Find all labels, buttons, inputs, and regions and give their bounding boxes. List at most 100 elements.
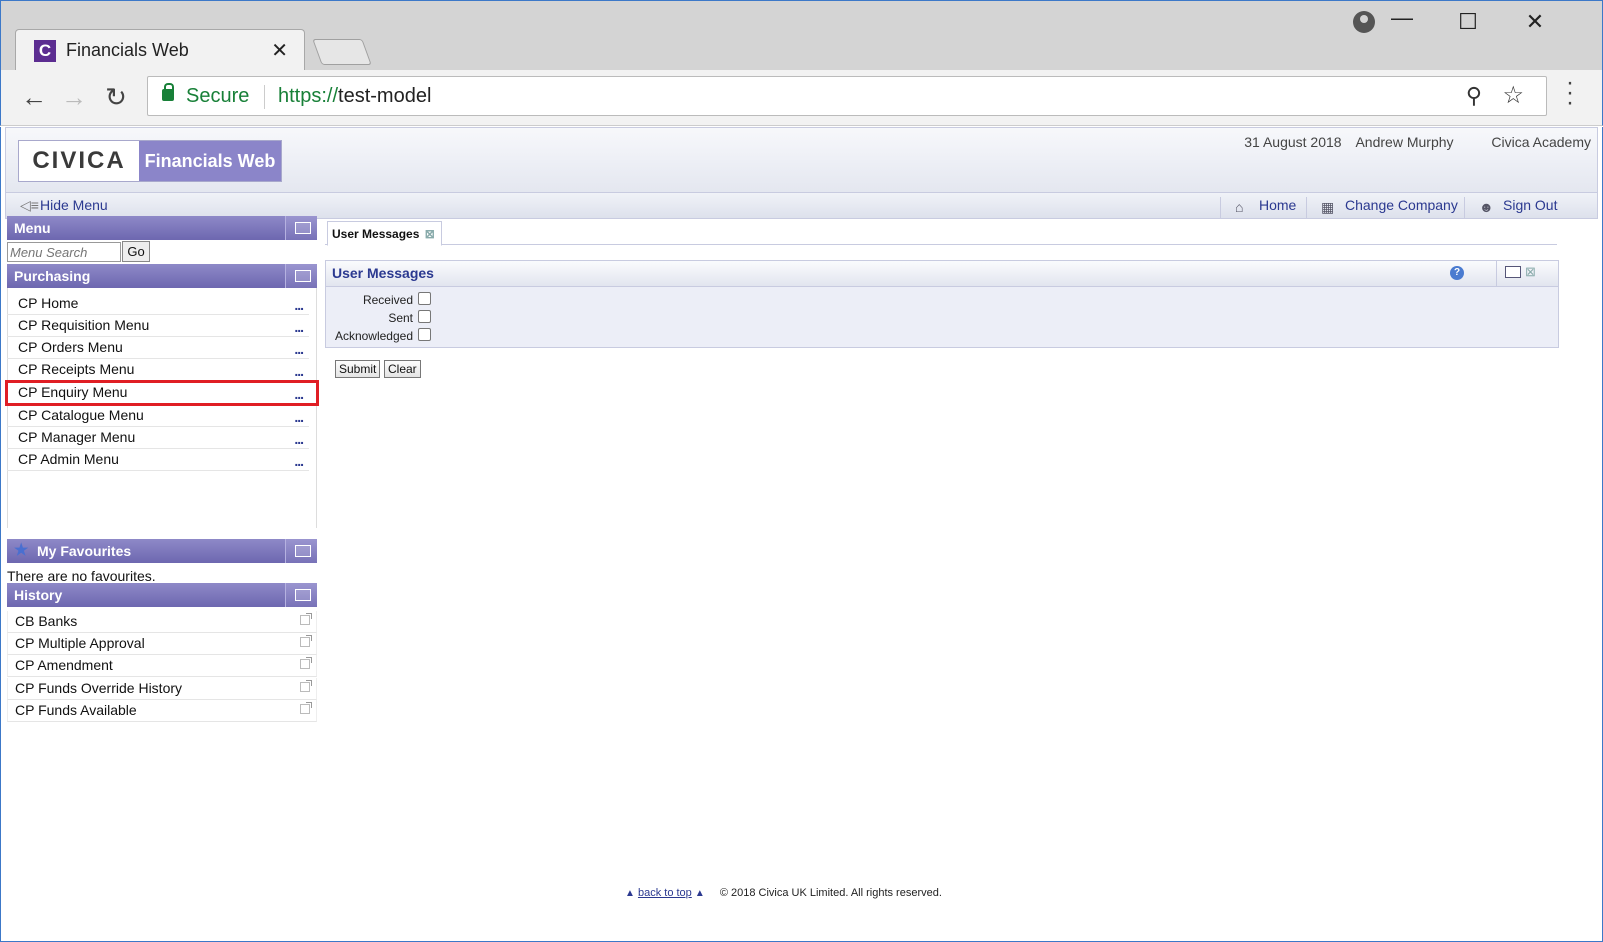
header-info: 31 August 2018 Andrew Murphy Civica Acad… [1234, 134, 1591, 150]
history-item-label: CB Banks [15, 613, 78, 629]
footer: ▲ back to top ▲ © 2018 Civica UK Limited… [625, 887, 942, 899]
home-label: Home [1259, 197, 1297, 213]
forward-icon[interactable]: → [59, 82, 89, 112]
sign-out-link[interactable]: ☻ Sign Out [1464, 197, 1557, 219]
filter-acknowledged-row: Acknowledged [326, 327, 446, 345]
menu-item-cp-receipts[interactable]: CP Receipts Menu ... [7, 359, 309, 381]
logo-brand: CIVICA [32, 147, 126, 174]
more-options-icon[interactable]: ... [294, 317, 304, 337]
open-window-icon[interactable] [300, 613, 312, 625]
acknowledged-checkbox[interactable] [418, 328, 431, 341]
close-window-icon[interactable]: ✕ [1515, 9, 1555, 35]
content-tab-strip: User Messages ⊠ [325, 221, 1557, 246]
more-options-icon[interactable]: ... [294, 451, 304, 471]
submit-button[interactable]: Submit [335, 360, 381, 378]
star-favourite-icon: ★ [14, 542, 29, 559]
history-item[interactable]: CP Amendment [7, 655, 317, 677]
tab-user-messages[interactable]: User Messages ⊠ [327, 221, 442, 246]
change-company-link[interactable]: ▦ Change Company [1306, 197, 1458, 219]
sign-out-icon: ☻ [1479, 199, 1494, 215]
open-window-icon[interactable] [300, 680, 312, 692]
change-company-label: Change Company [1345, 197, 1458, 213]
url-host: test-model [338, 85, 432, 107]
url-divider [264, 85, 265, 109]
sent-checkbox[interactable] [418, 310, 431, 323]
reload-icon[interactable]: ↻ [101, 82, 131, 112]
maximize-icon[interactable]: ☐ [1448, 9, 1488, 35]
open-window-icon[interactable] [300, 657, 312, 669]
menu-search-input[interactable] [7, 242, 121, 262]
logo-product: Financials Web [139, 141, 281, 181]
secure-label: Secure [186, 85, 250, 107]
filter-label: Received [362, 293, 413, 307]
help-icon[interactable]: ? [1450, 266, 1464, 280]
up-arrow-icon: ▲ [625, 888, 635, 899]
menu-item-label: CP Orders Menu [18, 339, 123, 355]
menu-item-label: CP Manager Menu [18, 429, 136, 445]
hide-menu-button[interactable]: ◁≡Hide Menu [20, 197, 108, 214]
maximize-panel-icon[interactable] [1505, 266, 1521, 278]
history-item-label: CP Funds Override History [15, 680, 183, 696]
close-panel-icon[interactable]: ⊠ [1525, 264, 1536, 280]
logo: CIVICA Financials Web [18, 140, 282, 182]
menu-panel-toggle-icon[interactable] [285, 216, 317, 240]
menu-item-cp-orders[interactable]: CP Orders Menu ... [7, 337, 309, 359]
header-user: Andrew Murphy [1355, 134, 1454, 150]
header-date: 31 August 2018 [1244, 134, 1342, 150]
tab-close-icon[interactable]: ✕ [271, 38, 288, 63]
menu-item-label: CP Requisition Menu [18, 317, 150, 333]
new-tab-button[interactable] [312, 39, 372, 65]
menu-item-label: CP Catalogue Menu [18, 407, 144, 423]
tab-label: User Messages [332, 227, 420, 241]
menu-item-cp-home[interactable]: CP Home ... [7, 293, 309, 315]
menu-item-cp-requisition[interactable]: CP Requisition Menu ... [7, 315, 309, 337]
back-to-top-link[interactable]: back to top [638, 887, 692, 899]
favicon-icon: C [34, 40, 56, 62]
browser-tab[interactable]: C Financials Web ✕ [15, 29, 305, 71]
company-icon: ▦ [1321, 199, 1335, 215]
more-options-icon[interactable]: ... [294, 407, 304, 427]
history-item[interactable]: CB Banks [7, 611, 317, 633]
history-panel-header: History [7, 583, 317, 607]
more-options-icon[interactable]: ... [294, 429, 304, 449]
more-options-icon[interactable]: ... [294, 339, 304, 359]
minimize-icon[interactable]: — [1382, 5, 1422, 31]
favourites-panel-toggle-icon[interactable] [285, 539, 317, 563]
more-options-icon[interactable]: ... [294, 295, 304, 315]
browser-menu-icon[interactable]: · · · [1565, 71, 1575, 115]
filter-label: Sent [388, 311, 413, 325]
menu-item-label: CP Admin Menu [18, 451, 119, 467]
history-item-label: CP Amendment [15, 657, 113, 673]
panel-tools: ⊠ [1496, 261, 1558, 287]
menu-search-go-button[interactable]: Go [122, 241, 150, 262]
history-item[interactable]: CP Funds Available [7, 700, 317, 722]
open-window-icon[interactable] [300, 702, 312, 714]
favourites-panel-header: ★ My Favourites [7, 539, 317, 563]
profile-icon[interactable] [1353, 11, 1375, 33]
back-icon[interactable]: ← [19, 82, 49, 112]
zoom-icon[interactable]: ⚲ [1466, 83, 1482, 109]
menu-item-cp-manager[interactable]: CP Manager Menu ... [7, 427, 309, 449]
more-options-icon[interactable]: ... [294, 361, 304, 381]
history-item[interactable]: CP Multiple Approval [7, 633, 317, 655]
open-window-icon[interactable] [300, 635, 312, 647]
history-panel-toggle-icon[interactable] [285, 583, 317, 607]
address-bar[interactable]: Secure https://test-model ⚲ ☆ [147, 76, 1547, 116]
history-item-label: CP Funds Available [15, 702, 137, 718]
received-checkbox[interactable] [418, 292, 431, 305]
url-scheme: https:// [278, 85, 339, 107]
history-item[interactable]: CP Funds Override History [7, 678, 317, 700]
close-tab-icon[interactable]: ⊠ [425, 227, 435, 241]
menu-item-cp-admin[interactable]: CP Admin Menu ... [7, 449, 309, 471]
home-icon: ⌂ [1235, 199, 1244, 215]
menu-item-cp-catalogue[interactable]: CP Catalogue Menu ... [7, 405, 309, 427]
star-icon[interactable]: ☆ [1502, 81, 1524, 110]
hide-menu-icon: ◁≡ [20, 197, 39, 213]
purchasing-panel-up-icon[interactable] [285, 264, 317, 288]
favourites-panel-title: My Favourites [37, 543, 132, 559]
home-link[interactable]: ⌂ Home [1220, 197, 1296, 219]
highlight-annotation [5, 380, 319, 406]
user-messages-header: User Messages ? ⊠ [326, 261, 1558, 287]
url-text[interactable]: https://test-model [278, 85, 431, 108]
clear-button[interactable]: Clear [384, 360, 421, 378]
